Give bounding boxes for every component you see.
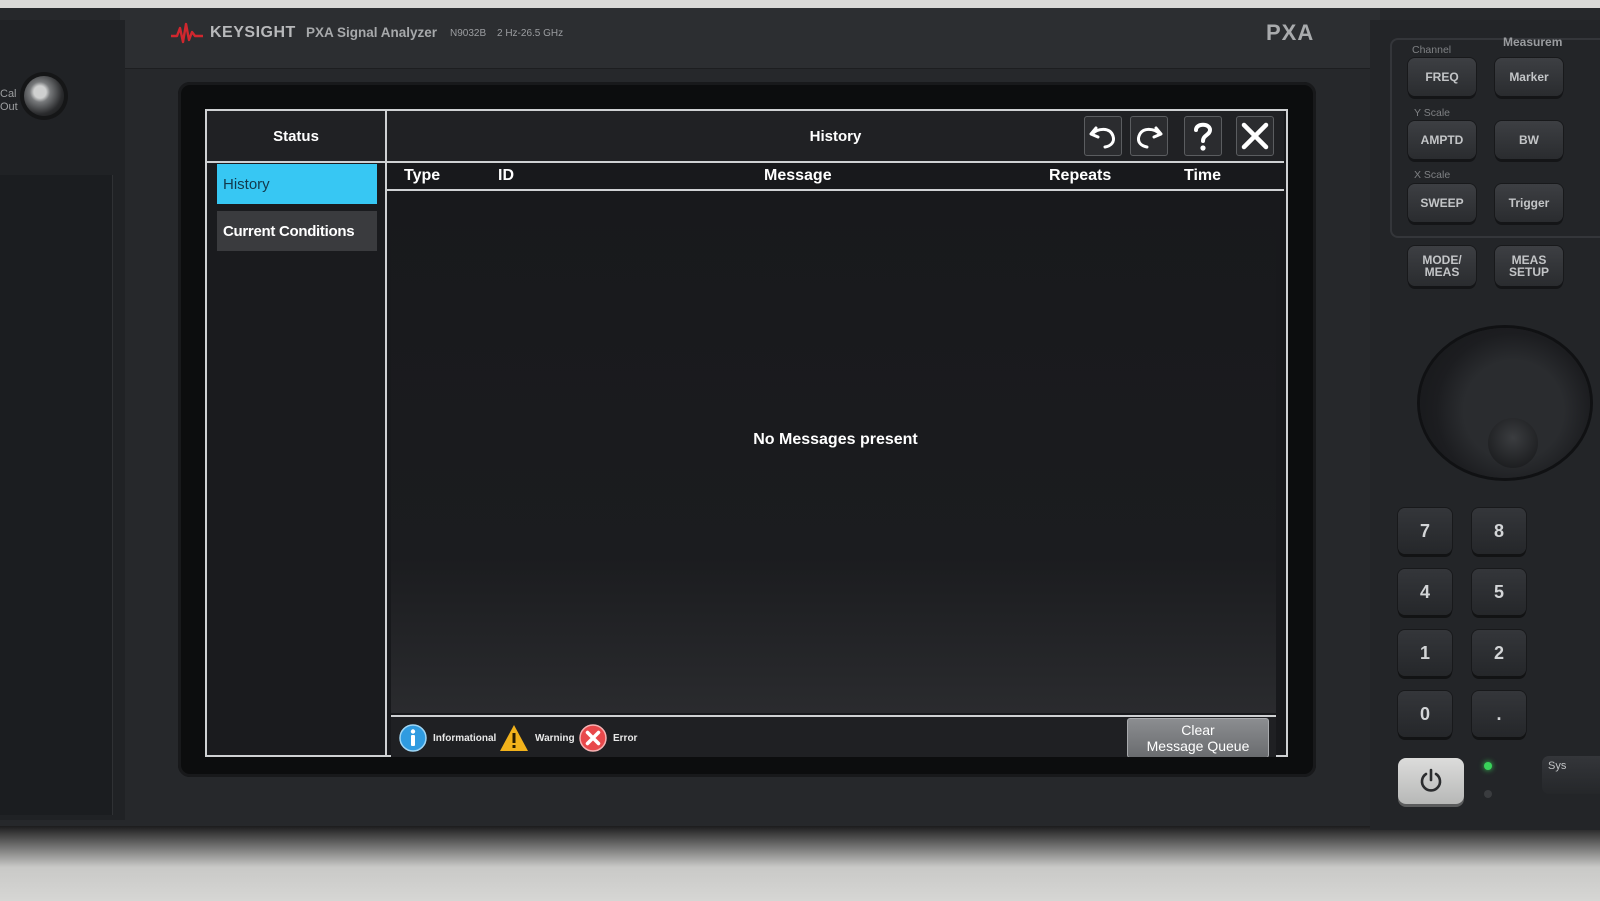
keypad-5[interactable]: 5 [1472, 569, 1526, 615]
error-icon [579, 724, 607, 752]
column-header-id[interactable]: ID [498, 167, 514, 185]
undo-icon [1089, 126, 1115, 149]
pxa-badge: PXA [1266, 20, 1315, 45]
redo-icon [1137, 126, 1163, 149]
header-divider [387, 189, 1284, 191]
cal-out-label: Cal Out [0, 88, 18, 114]
help-button[interactable] [1184, 116, 1222, 156]
legend-warning: Warning [499, 723, 575, 753]
keypad-decimal[interactable]: . [1472, 691, 1526, 737]
status-nav-history[interactable]: History [217, 164, 377, 204]
bench-surface [0, 826, 1600, 901]
keysight-logo: KEYSIGHT [170, 21, 296, 45]
help-icon [1194, 122, 1213, 151]
column-header-type[interactable]: Type [404, 167, 440, 185]
freq-key[interactable]: FREQ [1408, 58, 1476, 96]
close-button[interactable] [1236, 116, 1274, 156]
cal-out-connector [24, 76, 64, 116]
legend-informational: Informational [399, 723, 496, 753]
warning-icon [500, 725, 528, 751]
legend-error-label: Error [613, 732, 638, 744]
meas-setup-line2: SETUP [1508, 265, 1549, 279]
status-nav-current-conditions[interactable]: Current Conditions [217, 211, 377, 251]
power-icon [1420, 768, 1442, 792]
meas-setup-key[interactable]: MEAS SETUP [1495, 246, 1563, 286]
bw-key[interactable]: BW [1495, 121, 1563, 159]
power-button[interactable] [1398, 758, 1464, 804]
standby-led [1484, 790, 1492, 798]
history-panel: History Type ID Message Repeats Time No … [387, 109, 1288, 757]
group-label-channel: Channel [1412, 44, 1452, 56]
marker-key[interactable]: Marker [1495, 58, 1563, 96]
frequency-range: 2 Hz-26.5 GHz [497, 28, 564, 39]
legend-warning-label: Warning [535, 732, 575, 744]
column-header-repeats[interactable]: Repeats [1049, 167, 1111, 185]
group-label-xscale: X Scale [1414, 169, 1451, 181]
display-screen: Status History Current Conditions Histor… [205, 109, 1288, 757]
message-list[interactable] [391, 193, 1276, 713]
mode-meas-key[interactable]: MODE/MEAS [1408, 246, 1476, 286]
model-name: PXA Signal Analyzer [306, 25, 438, 40]
brand-name: KEYSIGHT [210, 24, 296, 41]
info-icon [399, 724, 427, 752]
keypad-0[interactable]: 0 [1398, 691, 1452, 737]
status-panel: Status History Current Conditions [205, 109, 387, 757]
mode-meas-line2: MEAS [1424, 265, 1460, 279]
keypad-4[interactable]: 4 [1398, 569, 1452, 615]
left-inner-panel [0, 175, 113, 815]
history-footer: Informational Warning Error Clear Messag… [391, 715, 1276, 757]
trigger-key[interactable]: Trigger [1495, 184, 1563, 222]
undo-button[interactable] [1084, 116, 1122, 156]
keysight-wave-icon [171, 22, 203, 44]
keypad-1[interactable]: 1 [1398, 630, 1452, 676]
keypad-2[interactable]: 2 [1472, 630, 1526, 676]
power-led [1484, 762, 1492, 770]
clear-button-line2: Message Queue [1146, 738, 1250, 754]
cal-label: Cal [0, 88, 17, 100]
status-panel-title: Status [207, 111, 385, 163]
empty-state-message: No Messages present [753, 431, 918, 448]
keypad-7[interactable]: 7 [1398, 508, 1452, 554]
system-key[interactable]: Sys [1542, 756, 1600, 794]
group-label-yscale: Y Scale [1414, 107, 1450, 119]
legend-error: Error [579, 723, 637, 753]
clear-button-line1: Clear [1181, 722, 1215, 738]
sweep-key[interactable]: SWEEP [1408, 184, 1476, 222]
model-number: N9032B [450, 28, 487, 39]
history-header: History [387, 111, 1284, 163]
knob-finger-dimple [1488, 418, 1538, 468]
out-label: Out [0, 101, 18, 113]
clear-message-queue-button[interactable]: Clear Message Queue [1127, 718, 1269, 757]
amptd-key[interactable]: AMPTD [1408, 121, 1476, 159]
close-icon [1241, 122, 1269, 150]
legend-informational-label: Informational [433, 732, 497, 744]
column-header-time[interactable]: Time [1184, 167, 1221, 185]
column-header-message[interactable]: Message [764, 167, 832, 185]
redo-button[interactable] [1130, 116, 1168, 156]
group-label-measure: Measurem [1503, 35, 1563, 49]
keypad-8[interactable]: 8 [1472, 508, 1526, 554]
